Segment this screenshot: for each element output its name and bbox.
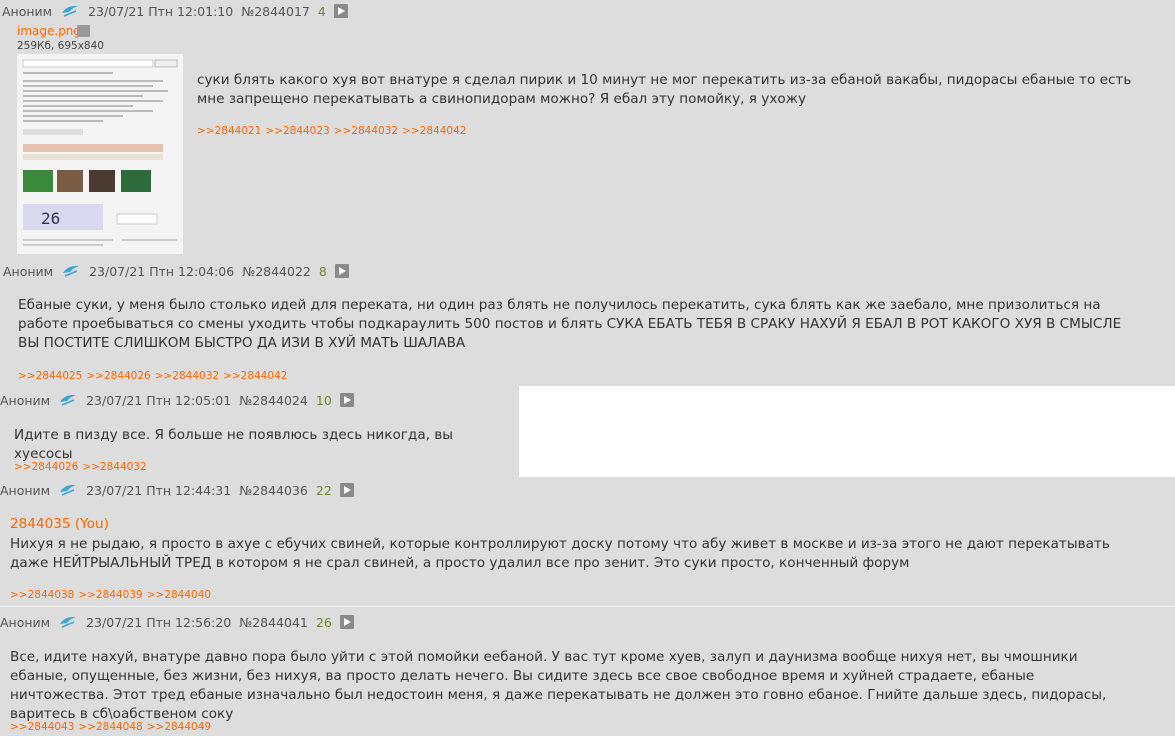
- post-date: 23/07/21 Птн 12:44:31: [86, 482, 232, 498]
- play-icon[interactable]: [334, 264, 349, 278]
- reply-link[interactable]: >>2844025: [18, 370, 82, 382]
- post-number[interactable]: №2844036: [239, 483, 308, 498]
- zenit-emblem-icon: [60, 394, 77, 406]
- post-date: 23/07/21 Птн 12:04:06: [89, 263, 235, 279]
- file-meta: 259Кб, 695x840: [17, 40, 104, 52]
- poster-name: Аноним: [0, 482, 51, 498]
- reply-link[interactable]: >>2844032: [82, 461, 146, 473]
- reply-link[interactable]: >>2844042: [402, 125, 466, 137]
- play-icon[interactable]: [333, 4, 348, 18]
- poster-name: Аноним: [0, 392, 51, 408]
- zenit-emblem-icon: [60, 484, 77, 496]
- play-icon[interactable]: [339, 615, 354, 629]
- post-count: 22: [315, 482, 332, 498]
- file-link[interactable]: image.png: [17, 24, 81, 38]
- zenit-emblem-icon: [63, 265, 80, 277]
- post-text: суки блять какого хуя вот внатуре я сдел…: [197, 72, 1132, 107]
- zenit-emblem-icon: [60, 616, 77, 628]
- post-number[interactable]: №2844041: [239, 615, 308, 630]
- blank-area: [519, 386, 1175, 477]
- post-header: Аноним 23/07/21 Птн 12:05:01 №2844024 10: [0, 390, 354, 410]
- post-count: 26: [315, 614, 332, 630]
- reply-link[interactable]: >>2844038: [10, 589, 74, 601]
- poster-name: Аноним: [0, 614, 51, 630]
- svg-text:26: 26: [41, 209, 60, 228]
- reply-links: >>2844025 >>2844026 >>2844032 >>2844042: [18, 370, 291, 382]
- post-text: Нихуя я не рыдаю, я просто в ахуе с ебуч…: [10, 536, 1110, 571]
- post-header: Аноним 23/07/21 Птн 12:56:20 №2844041 26: [0, 612, 354, 632]
- reply-links: >>2844021 >>2844023 >>2844032 >>2844042: [197, 125, 470, 137]
- reply-link[interactable]: >>2844049: [147, 721, 211, 733]
- post-text: Ебаные суки, у меня было столько идей дл…: [18, 297, 1122, 351]
- reply-link[interactable]: >>2844023: [265, 125, 329, 137]
- reply-link[interactable]: >>2844043: [10, 721, 74, 733]
- reply-link[interactable]: >>2844032: [155, 370, 219, 382]
- reply-link[interactable]: >>2844026: [14, 461, 78, 473]
- attachment-thumbnail[interactable]: 26: [17, 54, 183, 254]
- zenit-emblem-icon: [62, 5, 79, 17]
- post-header: Аноним 23/07/21 Птн 12:04:06 №2844022 8: [3, 261, 349, 281]
- post-header: Аноним 23/07/21 Птн 12:01:10 №2844017 4: [2, 1, 348, 21]
- post-text: Идите в пизду все. Я больше не появлюсь …: [14, 427, 454, 462]
- reply-link[interactable]: >>2844039: [78, 589, 142, 601]
- reply-link[interactable]: >>2844021: [197, 125, 261, 137]
- play-icon[interactable]: [339, 483, 354, 497]
- reply-link[interactable]: >>2844048: [78, 721, 142, 733]
- reply-links: >>2844026 >>2844032: [14, 461, 151, 473]
- poster-name: Аноним: [3, 263, 54, 279]
- search-icon[interactable]: [77, 25, 90, 37]
- post-text: Все, идите нахуй, внатуре давно пора был…: [10, 649, 1107, 722]
- post-number[interactable]: №2844017: [241, 4, 310, 19]
- reply-link[interactable]: >>2844026: [86, 370, 150, 382]
- post-header: Аноним 23/07/21 Птн 12:44:31 №2844036 22: [0, 480, 354, 500]
- reply-link[interactable]: >>2844032: [334, 125, 398, 137]
- post-date: 23/07/21 Птн 12:05:01: [86, 392, 232, 408]
- post-date: 23/07/21 Птн 12:01:10: [88, 3, 234, 19]
- post-number[interactable]: №2844024: [239, 393, 308, 408]
- post-count: 4: [317, 3, 326, 19]
- reply-links: >>2844043 >>2844048 >>2844049: [10, 721, 215, 733]
- post-divider: [0, 606, 1175, 607]
- post-count: 10: [315, 392, 332, 408]
- reply-link[interactable]: >>2844042: [223, 370, 287, 382]
- play-icon[interactable]: [339, 393, 354, 407]
- reply-link[interactable]: >>2844040: [147, 589, 211, 601]
- poster-name: Аноним: [2, 3, 53, 19]
- reply-links: >>2844038 >>2844039 >>2844040: [10, 589, 215, 601]
- post-number[interactable]: №2844022: [242, 264, 311, 279]
- post-count: 8: [318, 263, 327, 279]
- post-date: 23/07/21 Птн 12:56:20: [86, 614, 232, 630]
- quote-link[interactable]: 2844035 (You): [10, 516, 109, 532]
